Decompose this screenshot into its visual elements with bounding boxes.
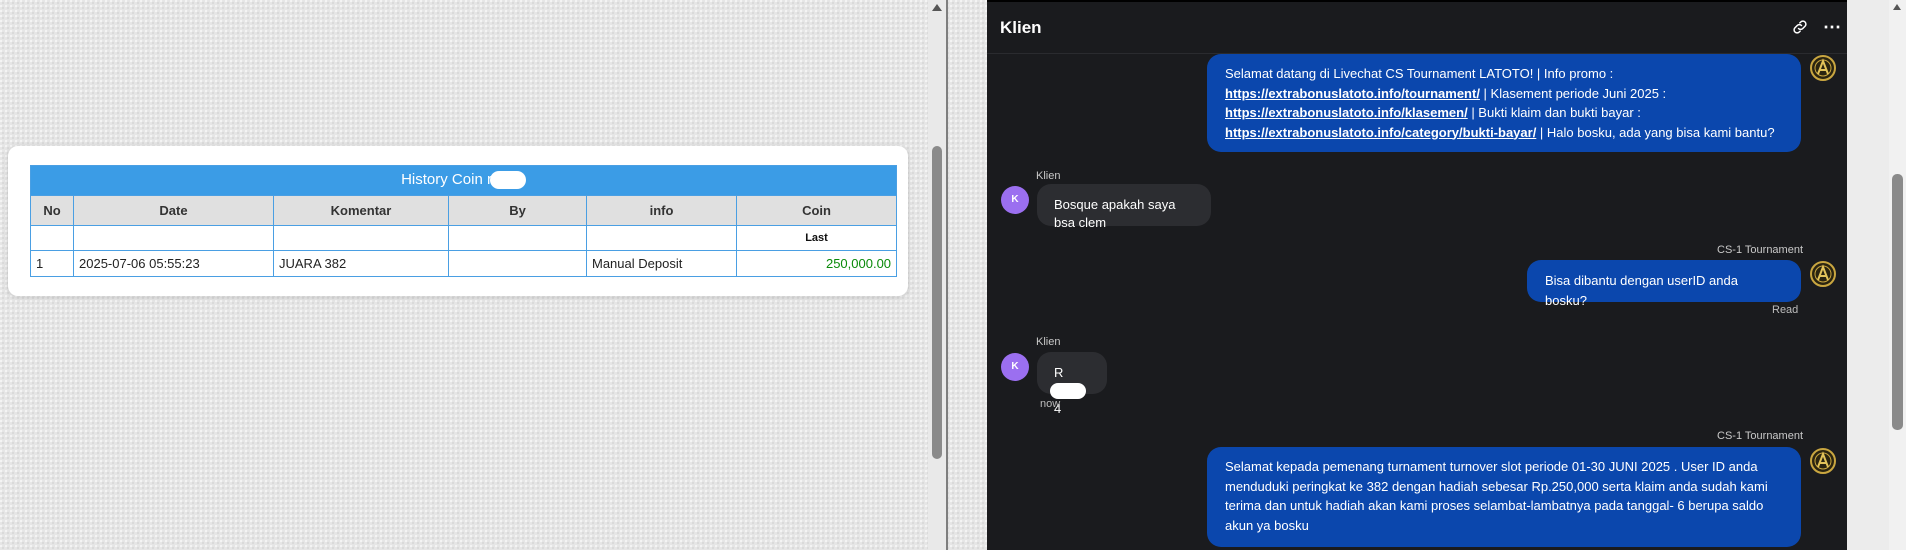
column-header-komentar: Komentar [273,195,449,226]
agent-message-winner: Selamat kepada pemenang turnament turnov… [1207,447,1801,547]
column-header-by: By [448,195,587,226]
chat-pane: Klien ⋯ Selamat datang di Livechat CS To… [987,2,1847,550]
klasemen-link[interactable]: https://extrabonuslatoto.info/klasemen/ [1225,105,1468,120]
cell-komentar: JUARA 382 [273,250,449,277]
column-header-coin: Coin [735,195,898,226]
client-avatar: K [1001,186,1029,214]
read-status: Read [1772,304,1799,316]
message-text: | Klasement periode Juni 2025 : [1479,85,1667,101]
message-line: https://extrabonuslatoto.info/tournament… [1225,84,1783,104]
cell-by [448,250,587,277]
client-avatar: K [1001,353,1029,381]
agent-logo-icon [1810,448,1836,474]
agent-name: CS-1 Tournament [1717,244,1804,256]
client-message-userid: R4 [1037,352,1107,416]
message-line: Selamat kepada pemenang turnament turnov… [1225,459,1758,474]
message-line: https://extrabonuslatoto.info/category/b… [1225,123,1783,143]
history-title: History Coin r [29,165,898,196]
more-icon[interactable]: ⋯ [1823,17,1841,38]
admin-pane: History Coin r No Date Komentar By info … [0,0,946,550]
message-line: akun ya bosku [1225,517,1309,533]
left-scrollbar[interactable] [928,0,946,550]
left-scroll-thumb[interactable] [932,146,942,459]
table-row: 1 2025-07-06 05:55:23 JUARA 382 Manual D… [30,250,898,277]
cell-info: Manual Deposit [586,250,737,277]
chat-gutter [1847,0,1889,550]
redacted-username [489,170,526,189]
scroll-up-arrow-icon[interactable] [932,4,942,11]
column-header-date: Date [73,195,274,226]
message-text: | Bukti klaim dan bukti bayar : [1467,105,1641,120]
cell-no: 1 [30,250,74,277]
column-header-info: info [586,195,737,226]
pane-divider[interactable] [946,0,948,550]
chat-title: Klien [1000,18,1042,37]
cell-coin: 250,000.00 [735,250,898,277]
history-coin-table: History Coin r No Date Komentar By info … [29,165,898,277]
chat-scroll-thumb[interactable] [1892,174,1903,430]
coin-subheader-last: Last [735,225,898,251]
message-line: menduduki peringkat ke 382 dengan hadiah… [1225,478,1768,494]
column-header-no: No [30,195,74,226]
message-line: Selamat datang di Livechat CS Tournament… [1225,66,1614,81]
scroll-up-arrow-icon[interactable] [1893,4,1901,10]
client-name: Klien [1036,336,1061,348]
message-line: terima dan untuk hadiah akan kami proses… [1225,498,1764,513]
message-line: https://extrabonuslatoto.info/klasemen/ … [1225,103,1783,123]
cell-date: 2025-07-06 05:55:23 [73,250,274,277]
message-time: now [1040,398,1061,410]
message-text: | Halo bosku, ada yang bisa kami bantu? [1536,124,1775,140]
agent-message-userid: Bisa dibantu dengan userID anda bosku? [1527,260,1801,308]
agent-message-welcome: Selamat datang di Livechat CS Tournament… [1207,54,1801,152]
client-message: Bosque apakah saya bsa clem [1037,184,1211,230]
message-text: R [1054,365,1064,380]
agent-logo-icon [1810,261,1836,287]
chat-header: Klien ⋯ [987,2,1847,54]
link-icon[interactable] [1791,18,1809,36]
agent-logo-icon [1810,55,1836,81]
bukti-bayar-link[interactable]: https://extrabonuslatoto.info/category/b… [1225,125,1536,140]
client-name: Klien [1036,170,1061,182]
agent-name: CS-1 Tournament [1717,430,1804,442]
tournament-link[interactable]: https://extrabonuslatoto.info/tournament… [1225,86,1480,101]
table-subheader-row: Last [30,225,898,251]
history-coin-card: History Coin r No Date Komentar By info … [8,146,908,296]
table-header-row: No Date Komentar By info Coin [30,195,898,226]
chat-scrollbar[interactable] [1889,0,1906,550]
redacted-userid [1050,382,1086,399]
history-title-text: History Coin r [401,171,492,189]
